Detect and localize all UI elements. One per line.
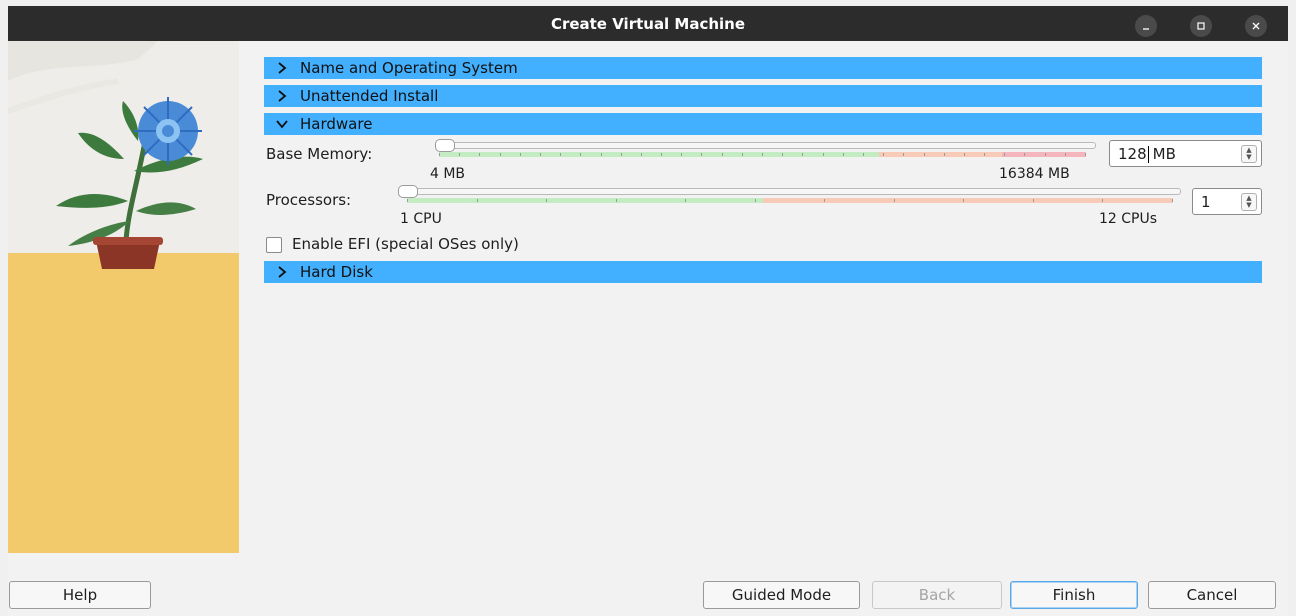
- section-hardware[interactable]: Hardware: [264, 113, 1262, 135]
- efi-label[interactable]: Enable EFI (special OSes only): [292, 235, 519, 253]
- section-hard-disk[interactable]: Hard Disk: [264, 261, 1262, 283]
- guided-mode-button[interactable]: Guided Mode: [703, 581, 860, 609]
- close-button[interactable]: [1245, 15, 1267, 37]
- cancel-button[interactable]: Cancel: [1148, 581, 1276, 609]
- maximize-icon: [1197, 22, 1205, 30]
- back-button[interactable]: Back: [872, 581, 1002, 609]
- memory-min-label: 4 MB: [430, 166, 466, 182]
- text-caret: [1147, 145, 1149, 163]
- processors-min-label: 1 CPU: [400, 211, 442, 227]
- memory-value: 128: [1118, 144, 1147, 163]
- efi-checkbox[interactable]: [266, 237, 282, 253]
- cancel-label: Cancel: [1186, 586, 1238, 604]
- guided-mode-label: Guided Mode: [731, 586, 832, 604]
- chevron-right-icon: [264, 265, 300, 279]
- main-content: Name and Operating System Unattended Ins…: [264, 41, 1264, 553]
- processors-value: 1: [1201, 192, 1211, 211]
- finish-label: Finish: [1052, 586, 1096, 604]
- title-bar: Create Virtual Machine: [8, 6, 1288, 41]
- memory-max-label: 16384 MB: [999, 166, 1070, 182]
- chevron-down-icon: [264, 117, 300, 131]
- processors-slider-thumb[interactable]: [398, 185, 418, 198]
- memory-unit: MB: [1152, 144, 1176, 163]
- window-title: Create Virtual Machine: [550, 14, 746, 33]
- processors-max-label: 12 CPUs: [1099, 211, 1158, 227]
- section-name-and-os[interactable]: Name and Operating System: [264, 57, 1262, 79]
- chevron-right-icon: [264, 89, 300, 103]
- plant-illustration: [8, 41, 239, 553]
- minimize-icon: [1143, 28, 1149, 30]
- memory-slider-track[interactable]: [436, 142, 1096, 149]
- maximize-button[interactable]: [1190, 15, 1212, 37]
- processors-slider-track[interactable]: [401, 188, 1181, 195]
- processors-label: Processors:: [266, 191, 352, 209]
- processors-slider-ticks: [407, 199, 1173, 202]
- chevron-right-icon: [264, 61, 300, 75]
- help-label: Help: [62, 586, 98, 604]
- section-label: Name and Operating System: [300, 59, 518, 77]
- section-label: Hard Disk: [300, 263, 373, 281]
- processors-spinbox[interactable]: 1 ▲ ▼: [1192, 188, 1262, 215]
- section-label: Unattended Install: [300, 87, 439, 105]
- section-unattended-install[interactable]: Unattended Install: [264, 85, 1262, 107]
- finish-button[interactable]: Finish: [1010, 581, 1138, 609]
- memory-spinbox[interactable]: 128 MB ▲ ▼: [1109, 140, 1262, 167]
- base-memory-label: Base Memory:: [266, 145, 373, 163]
- dialog-body: Name and Operating System Unattended Ins…: [8, 41, 1288, 616]
- memory-slider-ticks: [439, 153, 1086, 156]
- minimize-button[interactable]: [1135, 15, 1157, 37]
- memory-slider-thumb[interactable]: [434, 139, 455, 152]
- spin-arrows-icon[interactable]: ▲ ▼: [1241, 144, 1257, 163]
- help-button[interactable]: Help: [9, 581, 151, 609]
- close-icon: [1252, 22, 1260, 30]
- back-label: Back: [918, 586, 956, 604]
- section-label: Hardware: [300, 115, 373, 133]
- spin-arrows-icon[interactable]: ▲ ▼: [1241, 192, 1257, 211]
